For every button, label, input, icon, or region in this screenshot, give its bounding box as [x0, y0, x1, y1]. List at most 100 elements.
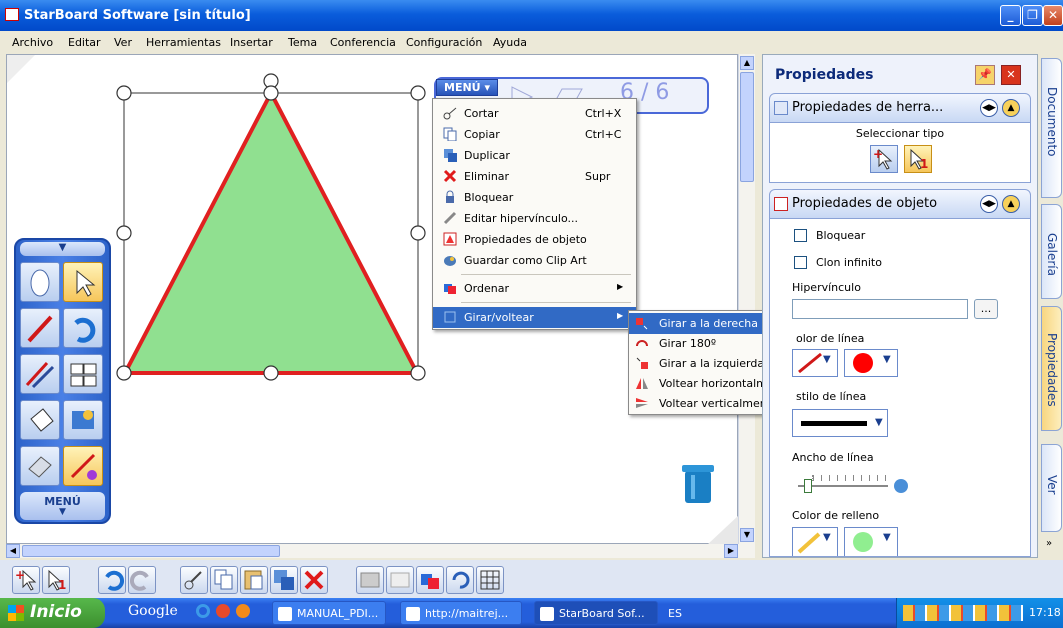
- scroll-up-button[interactable]: ▲: [740, 56, 754, 70]
- menu-item-editar-hipervinculo[interactable]: Editar hipervínculo...: [433, 208, 636, 229]
- page-menu-button[interactable]: MENÚ ▾: [436, 79, 498, 96]
- language-indicator[interactable]: ES: [668, 607, 682, 620]
- select-add-icon[interactable]: +: [870, 145, 898, 173]
- pin-icon[interactable]: 📌: [975, 65, 995, 85]
- scroll-left-button[interactable]: ◀: [6, 544, 20, 558]
- grid-button[interactable]: [476, 566, 504, 594]
- arrows-left-right-icon[interactable]: ◀▶: [980, 99, 998, 117]
- menu-tema[interactable]: Tema: [288, 36, 317, 49]
- menu-item-cortar[interactable]: Cortar Ctrl+X: [433, 103, 636, 124]
- order-button[interactable]: [416, 566, 444, 594]
- menu-ayuda[interactable]: Ayuda: [493, 36, 527, 49]
- collapse-up-icon[interactable]: ▲: [1002, 195, 1020, 213]
- mouse-tool-button[interactable]: [20, 262, 60, 302]
- minimize-button[interactable]: _: [1000, 5, 1021, 26]
- firefox-quicklaunch-icon[interactable]: [236, 604, 250, 618]
- color-tool-button[interactable]: [63, 446, 103, 486]
- copy-button[interactable]: [210, 566, 238, 594]
- page-curl-bottom-right[interactable]: [707, 515, 739, 545]
- collapse-up-icon[interactable]: ▲: [1002, 99, 1020, 117]
- resize-handle-s[interactable]: [263, 365, 279, 381]
- delete-button[interactable]: [300, 566, 328, 594]
- select-tool-button[interactable]: [63, 262, 103, 302]
- resize-handle-e[interactable]: [410, 225, 426, 241]
- menu-archivo[interactable]: Archivo: [12, 36, 53, 49]
- select-add-button[interactable]: +: [12, 566, 40, 594]
- triangle-shape[interactable]: [121, 88, 421, 375]
- horizontal-scroll-thumb[interactable]: [22, 545, 280, 557]
- select-single-button[interactable]: 1: [42, 566, 70, 594]
- shapes-tool-button[interactable]: [63, 354, 103, 394]
- tab-ver[interactable]: Ver: [1041, 444, 1062, 532]
- hyperlink-input[interactable]: [792, 299, 968, 319]
- menu-herramientas[interactable]: Herramientas: [146, 36, 221, 49]
- scroll-right-button[interactable]: ▶: [724, 544, 738, 558]
- tool-properties-header[interactable]: Propiedades de herra... ◀▶ ▲: [769, 93, 1031, 123]
- menu-insertar[interactable]: Insertar: [230, 36, 273, 49]
- slider-thumb[interactable]: [804, 479, 812, 493]
- undo-button[interactable]: [98, 566, 126, 594]
- task-manual-pdi[interactable]: MANUAL_PDI...: [272, 601, 386, 625]
- object-properties-header[interactable]: Propiedades de objeto ◀▶ ▲: [769, 189, 1031, 219]
- close-panel-button[interactable]: ✕: [1001, 65, 1021, 85]
- restore-button[interactable]: ❐: [1022, 5, 1043, 26]
- resize-handle-se[interactable]: [410, 365, 426, 381]
- menu-item-bloquear[interactable]: Bloquear: [433, 187, 636, 208]
- menu-item-copiar[interactable]: Copiar Ctrl+C: [433, 124, 636, 145]
- menu-item-guardar-clipart[interactable]: Guardar como Clip Art: [433, 250, 636, 271]
- menu-item-girar-voltear[interactable]: Girar/voltear ▶: [433, 307, 636, 328]
- menu-item-ordenar[interactable]: Ordenar ▶: [433, 278, 636, 299]
- tab-galeria[interactable]: Galería: [1041, 204, 1062, 299]
- close-button[interactable]: ✕: [1043, 5, 1063, 26]
- tab-propiedades[interactable]: Propiedades: [1041, 306, 1062, 431]
- menu-item-eliminar[interactable]: Eliminar Supr: [433, 166, 636, 187]
- collapse-panel-button[interactable]: ▼: [20, 242, 105, 256]
- select-single-icon[interactable]: 1: [904, 145, 932, 173]
- line-color-picker[interactable]: ▼: [844, 349, 898, 377]
- pen-tool-button[interactable]: [20, 308, 60, 348]
- tray-icons[interactable]: [903, 605, 1023, 621]
- menu-conferencia[interactable]: Conferencia: [330, 36, 396, 49]
- fill-color-picker[interactable]: ▼: [844, 527, 898, 556]
- ungroup-button[interactable]: [386, 566, 414, 594]
- menu-item-duplicar[interactable]: Duplicar: [433, 145, 636, 166]
- browse-button[interactable]: ...: [974, 299, 998, 319]
- resize-handle-ne[interactable]: [410, 85, 426, 101]
- cut-button[interactable]: [180, 566, 208, 594]
- undo-tool-button[interactable]: [63, 308, 103, 348]
- tab-documento[interactable]: Documento: [1041, 58, 1062, 198]
- google-toolbar-label[interactable]: Google: [128, 603, 178, 619]
- group-button[interactable]: [356, 566, 384, 594]
- vertical-scroll-thumb[interactable]: [740, 72, 754, 182]
- scroll-down-button[interactable]: ▼: [740, 528, 754, 542]
- tools-settings-button[interactable]: [63, 400, 103, 440]
- menu-editar[interactable]: Editar: [68, 36, 101, 49]
- menu-item-propiedades-objeto[interactable]: Propiedades de objeto: [433, 229, 636, 250]
- trash-can-icon[interactable]: [682, 465, 714, 503]
- eraser-tool-button[interactable]: [20, 446, 60, 486]
- resize-handle-sw[interactable]: [116, 365, 132, 381]
- start-button[interactable]: Inicio: [0, 598, 105, 628]
- arrows-left-right-icon[interactable]: ◀▶: [980, 195, 998, 213]
- resize-handle-w[interactable]: [116, 225, 132, 241]
- line-style-picker[interactable]: ▼: [792, 409, 888, 437]
- rotate-button[interactable]: [446, 566, 474, 594]
- canvas-vertical-scrollbar[interactable]: ▲ ▼: [738, 54, 755, 544]
- fill-tool-button[interactable]: [20, 400, 60, 440]
- menu-ver[interactable]: Ver: [114, 36, 132, 49]
- opera-quicklaunch-icon[interactable]: [216, 604, 230, 618]
- paste-button[interactable]: [240, 566, 268, 594]
- fill-pen-button[interactable]: ▼: [792, 527, 838, 556]
- line-pen-button[interactable]: ▼: [792, 349, 838, 377]
- infinite-clone-checkbox[interactable]: [794, 256, 807, 269]
- line-width-slider[interactable]: [798, 471, 908, 497]
- resize-handle-n[interactable]: [263, 85, 279, 101]
- canvas-horizontal-scrollbar[interactable]: ◀ ▶: [6, 544, 755, 558]
- menu-configuracion[interactable]: Configuración: [406, 36, 482, 49]
- panel-menu-button[interactable]: MENÚ ▼: [20, 492, 105, 520]
- task-starboard[interactable]: StarBoard Sof...: [534, 601, 658, 625]
- redo-button[interactable]: [128, 566, 156, 594]
- task-browser[interactable]: http://maitrej...: [400, 601, 522, 625]
- duplicate-button[interactable]: [270, 566, 298, 594]
- ie-quicklaunch-icon[interactable]: [196, 604, 210, 618]
